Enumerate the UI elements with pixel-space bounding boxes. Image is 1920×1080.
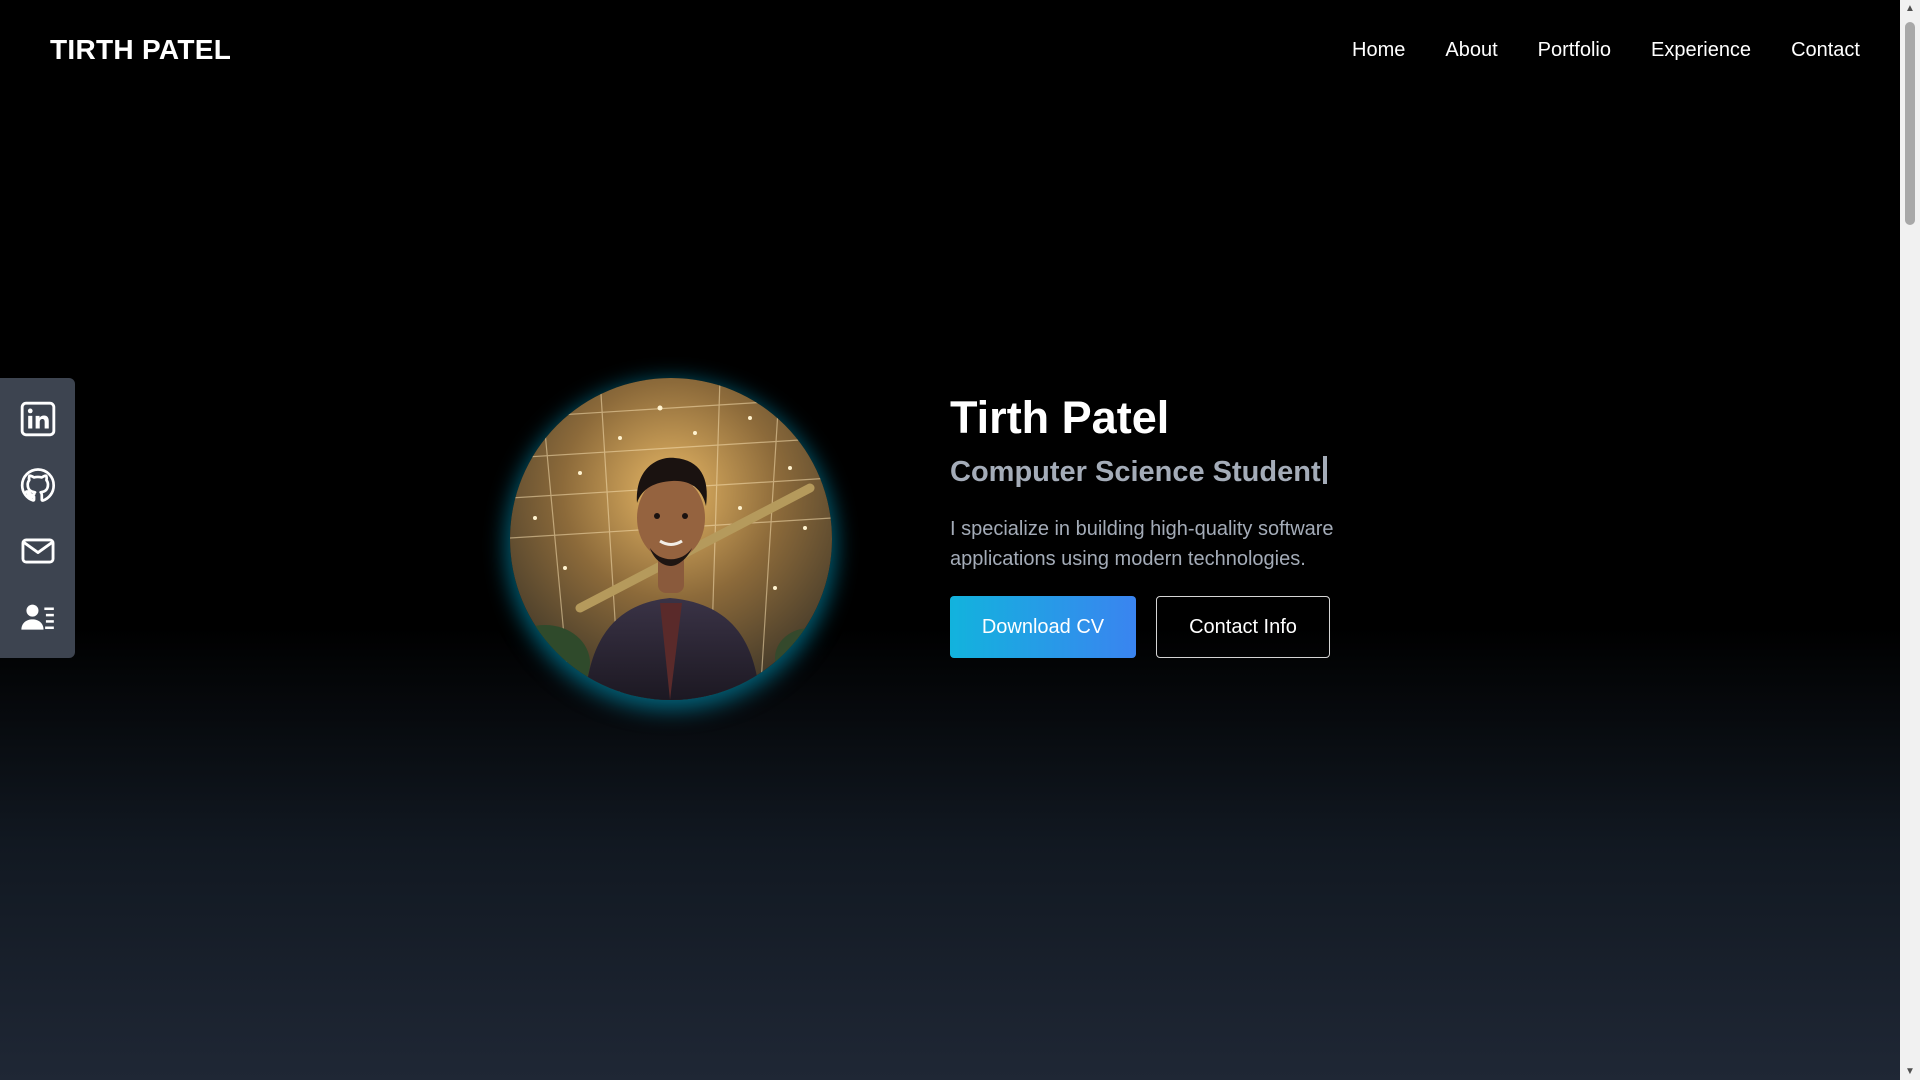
nav-experience[interactable]: Experience	[1651, 39, 1751, 62]
hero-section: Tirth Patel Computer Science Student I s…	[950, 392, 1420, 658]
site-logo[interactable]: TIRTH PATEL	[50, 34, 231, 66]
linkedin-icon	[20, 401, 55, 437]
hero-buttons: Download CV Contact Info	[950, 596, 1420, 658]
github-icon	[20, 468, 55, 502]
github-link[interactable]	[16, 463, 60, 507]
nav-portfolio[interactable]: Portfolio	[1538, 39, 1611, 62]
email-link[interactable]	[16, 529, 60, 573]
nav-home[interactable]: Home	[1352, 39, 1405, 62]
site-header: TIRTH PATEL Home About Portfolio Experie…	[0, 0, 1900, 100]
scrollbar-thumb[interactable]	[1905, 22, 1915, 225]
nav-about[interactable]: About	[1445, 39, 1497, 62]
profile-photo-illustration	[510, 378, 832, 700]
hero-role-text: Computer Science Student	[950, 456, 1321, 488]
hero-description: I specialize in building high-quality so…	[950, 518, 1334, 570]
main-nav: Home About Portfolio Experience Contact	[1352, 39, 1860, 62]
scroll-up-icon[interactable]: ▲	[1900, 0, 1920, 17]
linkedin-link[interactable]	[16, 397, 60, 441]
mail-icon	[21, 538, 54, 564]
nav-contact[interactable]: Contact	[1791, 39, 1860, 62]
hero-role: Computer Science Student	[950, 454, 1420, 490]
page-scrollbar[interactable]: ▲ ▼	[1900, 0, 1920, 1080]
social-sidebar	[0, 378, 75, 658]
typing-cursor	[1322, 456, 1327, 484]
scroll-down-icon[interactable]: ▼	[1900, 1063, 1920, 1080]
contact-card-icon	[20, 604, 54, 630]
profile-photo	[510, 378, 832, 700]
contact-card-link[interactable]	[16, 595, 60, 639]
hero-name: Tirth Patel	[950, 392, 1170, 443]
download-cv-button[interactable]: Download CV	[950, 596, 1136, 658]
contact-info-button[interactable]: Contact Info	[1156, 596, 1330, 658]
